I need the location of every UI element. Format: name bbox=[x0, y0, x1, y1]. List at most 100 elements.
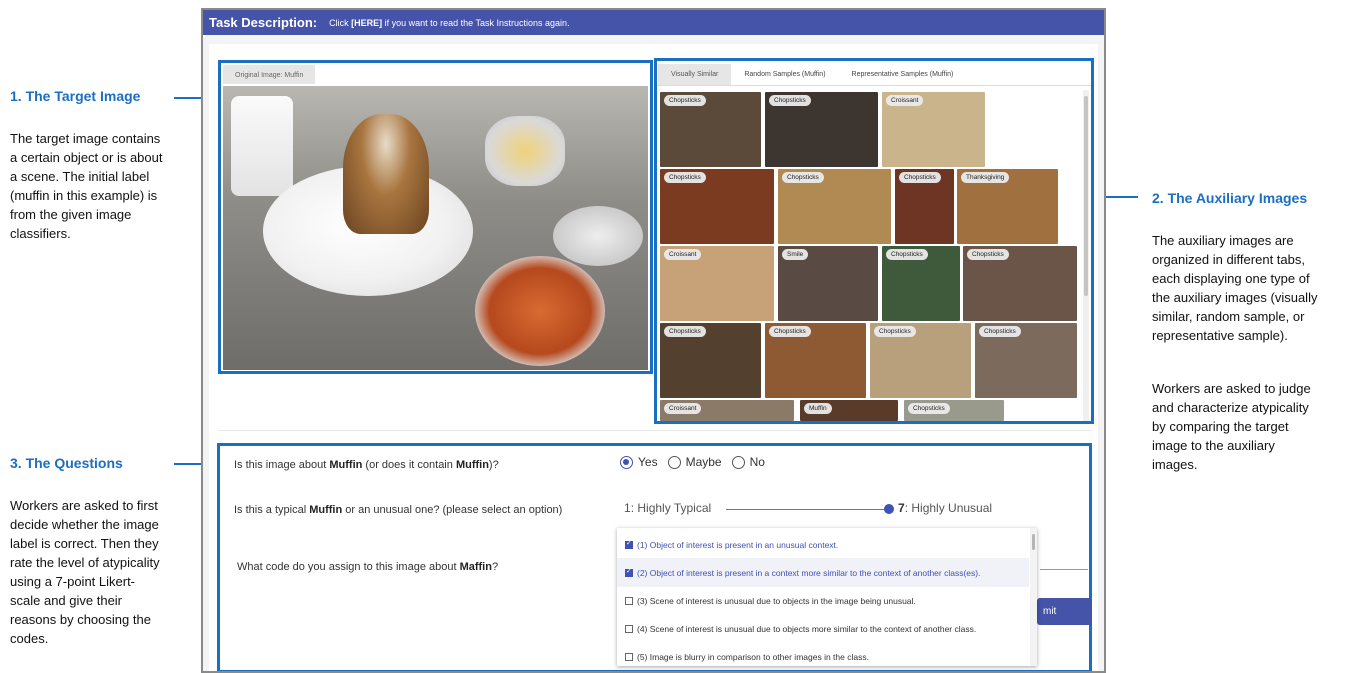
task-instructions-message: Click [HERE] if you want to read the Tas… bbox=[329, 18, 569, 28]
annotation-aux-text-2: Workers are asked to judge and character… bbox=[1152, 379, 1352, 474]
aux-thumbnail[interactable]: Chopsticks bbox=[765, 92, 878, 167]
code-option[interactable]: (2) Object of interest is present in a c… bbox=[617, 558, 1029, 587]
annotation-line: the auxiliary images (visually bbox=[1152, 290, 1318, 305]
annotation-line: using a 7-point Likert- bbox=[10, 574, 136, 589]
aux-thumbnail[interactable]: Croissant bbox=[882, 92, 985, 167]
code-dropdown-menu: (1) Object of interest is present in an … bbox=[617, 528, 1037, 666]
radio-unchecked-icon[interactable] bbox=[731, 455, 745, 469]
thumbnail-label: Muffin bbox=[804, 403, 832, 414]
msg-post: if you want to read the Task Instruction… bbox=[382, 17, 570, 28]
checkbox-unchecked-icon[interactable] bbox=[625, 652, 633, 661]
auxiliary-images-panel: Visually Similar Random Samples (Muffin)… bbox=[654, 58, 1094, 424]
aux-thumbnail[interactable]: Chopsticks bbox=[660, 92, 761, 167]
aux-thumbnail[interactable]: Chopsticks bbox=[778, 169, 891, 244]
likert-slider[interactable]: 1: Highly Typical 7: Highly Unusual bbox=[624, 501, 1004, 517]
auxiliary-tabs: Visually Similar Random Samples (Muffin)… bbox=[657, 61, 1091, 86]
code-option[interactable]: (1) Object of interest is present in an … bbox=[617, 530, 1029, 559]
aux-thumbnail[interactable]: Chopsticks bbox=[870, 323, 971, 398]
annotation-line: each displaying one type of bbox=[1152, 271, 1310, 286]
thumbnail-label: Croissant bbox=[664, 249, 702, 260]
annotation-line: Workers are asked to judge bbox=[1152, 381, 1311, 396]
annotation-line: (muffin in this example) is bbox=[10, 188, 158, 203]
checkbox-checked-icon[interactable] bbox=[625, 567, 633, 577]
scrollbar-thumb[interactable] bbox=[1032, 534, 1035, 550]
thumbnail-label: Thanksgiving bbox=[961, 172, 1010, 183]
thumbnail-label: Croissant bbox=[664, 403, 702, 414]
task-app-window: Task Description: Click [HERE] if you wa… bbox=[201, 8, 1106, 673]
annotation-line: representative sample). bbox=[1152, 328, 1288, 343]
code-field-underline bbox=[1040, 569, 1088, 570]
tab-representative-samples[interactable]: Representative Samples (Muffin) bbox=[839, 64, 967, 85]
code-option[interactable]: (5) Image is blurry in comparison to oth… bbox=[617, 642, 1029, 666]
thumbnail-label: Chopsticks bbox=[769, 95, 811, 106]
radio-checked-icon[interactable] bbox=[620, 455, 633, 469]
thumbnail-label: Croissant bbox=[886, 95, 924, 106]
image-region-muffin bbox=[343, 114, 429, 234]
target-image-panel: Original Image: Muffin bbox=[218, 60, 653, 374]
aux-thumbnail[interactable]: Chopsticks bbox=[963, 246, 1077, 321]
radio-maybe[interactable]: Maybe bbox=[667, 455, 722, 469]
annotation-line: images. bbox=[1152, 457, 1198, 472]
instructions-here-link[interactable]: [HERE] bbox=[351, 18, 382, 28]
tab-original-image[interactable]: Original Image: Muffin bbox=[223, 65, 316, 84]
likert-max-label: 7: Highly Unusual bbox=[898, 501, 993, 515]
likert-track[interactable] bbox=[726, 509, 886, 510]
task-content: Original Image: Muffin Visually Similar … bbox=[209, 44, 1098, 671]
thumbnail-label: Chopsticks bbox=[769, 326, 811, 337]
aux-thumbnail[interactable]: Smile bbox=[778, 246, 878, 321]
annotation-line: classifiers. bbox=[10, 226, 71, 241]
annotation-line: a certain object or is about bbox=[10, 150, 163, 165]
image-region-jam-jar bbox=[475, 256, 605, 366]
aux-thumbnail[interactable]: Croissant bbox=[660, 246, 774, 321]
aux-thumbnail[interactable]: Thanksgiving bbox=[957, 169, 1058, 244]
likert-min-label: 1: Highly Typical bbox=[624, 501, 712, 515]
image-region-lid bbox=[553, 206, 643, 266]
aux-thumbnail[interactable]: Chopsticks bbox=[765, 323, 866, 398]
aux-thumbnail[interactable]: Chopsticks bbox=[904, 400, 1004, 421]
aux-thumbnail[interactable]: Chopsticks bbox=[660, 323, 761, 398]
tab-visually-similar[interactable]: Visually Similar bbox=[658, 64, 732, 85]
aux-thumbnail[interactable]: Croissant bbox=[660, 400, 794, 421]
thumbnail-label: Chopsticks bbox=[664, 95, 706, 106]
thumbnail-label: Chopsticks bbox=[886, 249, 928, 260]
auxiliary-image-grid: Chopsticks Chopsticks Croissant Chopstic… bbox=[660, 92, 1087, 421]
radio-yes[interactable]: Yes bbox=[620, 455, 658, 469]
thumbnail-label: Chopsticks bbox=[908, 403, 950, 414]
annotation-aux-title: 2. The Auxiliary Images bbox=[1152, 190, 1308, 206]
image-region-jar bbox=[485, 116, 565, 186]
checkbox-unchecked-icon[interactable] bbox=[625, 596, 633, 605]
likert-handle[interactable] bbox=[884, 504, 894, 514]
image-region-jar bbox=[231, 96, 293, 196]
checkbox-unchecked-icon[interactable] bbox=[625, 624, 633, 633]
code-option[interactable]: (4) Scene of interest is unusual due to … bbox=[617, 614, 1029, 643]
annotation-line: by comparing the target bbox=[1152, 419, 1289, 434]
thumbnail-label: Chopsticks bbox=[782, 172, 824, 183]
radio-unchecked-icon[interactable] bbox=[667, 455, 681, 469]
tab-random-samples[interactable]: Random Samples (Muffin) bbox=[731, 64, 838, 85]
thumbnail-label: Chopsticks bbox=[899, 172, 941, 183]
aux-thumbnail[interactable]: Chopsticks bbox=[975, 323, 1077, 398]
annotation-line: from the given image bbox=[10, 207, 132, 222]
target-image bbox=[223, 86, 648, 370]
radio-no[interactable]: No bbox=[731, 455, 765, 469]
auxiliary-scrollbar[interactable] bbox=[1083, 90, 1089, 421]
section-divider bbox=[218, 430, 1092, 431]
label-radio-group: Yes Maybe No bbox=[620, 455, 775, 469]
aux-thumbnail[interactable]: Muffin bbox=[800, 400, 898, 421]
annotation-line: a scene. The initial label bbox=[10, 169, 150, 184]
aux-thumbnail[interactable]: Chopsticks bbox=[895, 169, 954, 244]
scrollbar-thumb[interactable] bbox=[1084, 96, 1088, 296]
annotation-line: scale and give their bbox=[10, 593, 123, 608]
annotation-target-text: The target image contains a certain obje… bbox=[10, 129, 200, 243]
annotation-line: rate the level of atypicality bbox=[10, 555, 160, 570]
submit-button[interactable]: mit bbox=[1037, 598, 1092, 625]
annotation-line: reasons by choosing the bbox=[10, 612, 151, 627]
checkbox-checked-icon[interactable] bbox=[625, 539, 633, 549]
aux-thumbnail[interactable]: Chopsticks bbox=[882, 246, 960, 321]
thumbnail-label: Smile bbox=[782, 249, 809, 260]
task-description-title: Task Description: bbox=[209, 15, 318, 30]
thumbnail-label: Chopsticks bbox=[979, 326, 1021, 337]
dropdown-scrollbar[interactable] bbox=[1030, 528, 1037, 666]
code-option[interactable]: (3) Scene of interest is unusual due to … bbox=[617, 586, 1029, 615]
aux-thumbnail[interactable]: Chopsticks bbox=[660, 169, 774, 244]
